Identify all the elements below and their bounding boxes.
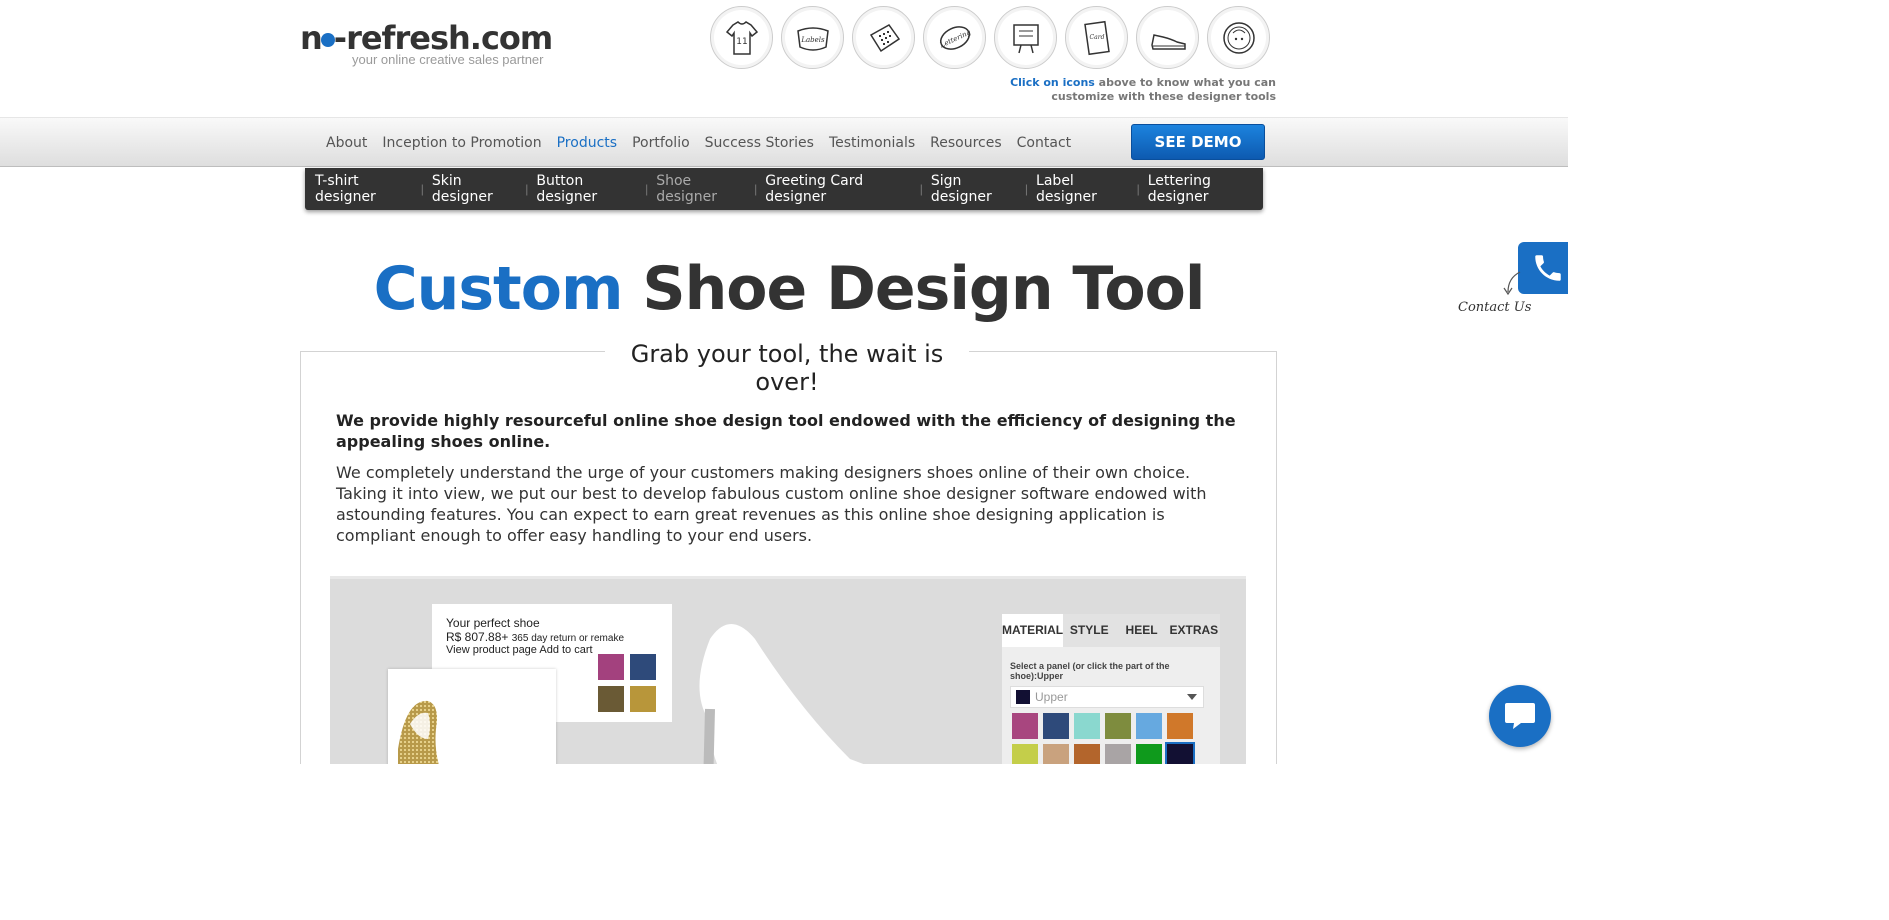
svg-text:Card: Card bbox=[1089, 34, 1104, 41]
nav-item-testimonials[interactable]: Testimonials bbox=[829, 135, 915, 151]
color-swatch[interactable] bbox=[1136, 713, 1162, 739]
see-demo-button[interactable]: SEE DEMO bbox=[1131, 124, 1265, 160]
subnav-separator: | bbox=[525, 182, 529, 196]
body-paragraph: We completely understand the urge of you… bbox=[336, 463, 1207, 545]
chat-button[interactable] bbox=[1489, 685, 1551, 747]
color-swatch[interactable] bbox=[1043, 713, 1069, 739]
panel-label: Select a panel (or click the part of the… bbox=[1010, 661, 1170, 681]
sign-icon[interactable] bbox=[994, 6, 1057, 69]
subnav-item-sign-designer[interactable]: Sign designer bbox=[931, 173, 1017, 205]
main-navbar: About Inception to Promotion Products Portf… bbox=[0, 117, 1568, 167]
subnav-separator: | bbox=[645, 182, 649, 196]
subnav-item-greeting-card-designer[interactable]: Greeting Card designer bbox=[765, 173, 911, 205]
phone-icon bbox=[1535, 255, 1561, 281]
title-highlight: Custom bbox=[373, 254, 624, 324]
shoe-preview[interactable] bbox=[670, 609, 950, 764]
subnav-separator: | bbox=[754, 182, 758, 196]
card-swatch[interactable] bbox=[630, 654, 656, 680]
nav-item-inception-to-promotion[interactable]: Inception to Promotion bbox=[382, 135, 541, 151]
box-title: Grab your tool, the wait is over! bbox=[605, 338, 969, 398]
customize-panel: MATERIAL STYLE HEEL EXTRAS Select a panel (… bbox=[1002, 614, 1220, 764]
lettering-icon[interactable]: Lettering bbox=[923, 6, 986, 69]
page-title: Custom Shoe Design Tool bbox=[0, 254, 1568, 324]
nav-item-portfolio[interactable]: Portfolio bbox=[632, 135, 690, 151]
label-icon[interactable]: Labels bbox=[781, 6, 844, 69]
tab-extras[interactable]: EXTRAS bbox=[1168, 614, 1220, 647]
card-swatch[interactable] bbox=[630, 686, 656, 712]
color-swatch[interactable] bbox=[1105, 744, 1131, 764]
subnav-item-button-designer[interactable]: Button designer bbox=[536, 173, 637, 205]
card-return: 365 day return or remake bbox=[511, 633, 625, 644]
logo[interactable]: n -refresh.com your online creative sales… bbox=[300, 18, 553, 67]
color-swatch[interactable] bbox=[1074, 713, 1100, 739]
tshirt-icon[interactable]: 11 bbox=[710, 6, 773, 69]
card-swatch[interactable] bbox=[598, 686, 624, 712]
color-swatch[interactable] bbox=[1165, 742, 1195, 764]
keyboard-skin-icon[interactable] bbox=[852, 6, 915, 69]
color-swatch[interactable] bbox=[1043, 744, 1069, 764]
selected-color bbox=[1016, 690, 1030, 704]
lead-text: We provide highly resourceful online sho… bbox=[336, 411, 1236, 451]
card-links[interactable]: View product page Add to cart bbox=[446, 644, 593, 656]
subnav-item-lettering-designer[interactable]: Lettering designer bbox=[1148, 173, 1263, 205]
subnav-separator: | bbox=[1024, 182, 1029, 196]
designer-subnav: T-shirt designer | Skin designer | Button de… bbox=[305, 168, 1263, 210]
svg-text:11: 11 bbox=[736, 37, 747, 47]
nav-item-success-stories[interactable]: Success Stories bbox=[705, 135, 814, 151]
contact-us-label[interactable]: Contact Us bbox=[1458, 300, 1531, 315]
panel-select-value: Upper bbox=[1035, 690, 1068, 704]
subnav-separator: | bbox=[1136, 182, 1140, 196]
subnav-item-shoe-designer[interactable]: Shoe designer bbox=[656, 173, 746, 205]
panel-select[interactable]: Upper bbox=[1010, 686, 1204, 708]
card-title: Your perfect shoe bbox=[446, 616, 540, 630]
subnav-item-label-designer[interactable]: Label designer bbox=[1036, 173, 1129, 205]
chat-icon bbox=[1505, 703, 1535, 729]
greeting-card-icon[interactable]: Card bbox=[1065, 6, 1128, 69]
nav-item-contact[interactable]: Contact bbox=[1017, 135, 1071, 151]
chevron-down-icon bbox=[1187, 694, 1197, 700]
page: n -refresh.com your online creative sales… bbox=[0, 0, 1568, 764]
shoe-thumbnail[interactable] bbox=[388, 669, 556, 764]
color-swatch[interactable] bbox=[1136, 744, 1162, 764]
shoe-designer-screenshot: Your perfect shoe R$ 807.88+ 365 day ret… bbox=[330, 576, 1246, 764]
subnav-item-t-shirt-designer[interactable]: T-shirt designer bbox=[315, 173, 413, 205]
svg-text:Labels: Labels bbox=[800, 36, 825, 44]
subnav-separator: | bbox=[919, 182, 923, 196]
subnav-separator: | bbox=[420, 182, 424, 196]
phone-button[interactable] bbox=[1518, 242, 1568, 294]
nav-item-resources[interactable]: Resources bbox=[930, 135, 1002, 151]
product-icons: 11 Labels Lettering Card bbox=[710, 6, 1270, 69]
shoe-icon[interactable] bbox=[1136, 6, 1199, 69]
nav-item-about[interactable]: About bbox=[326, 135, 367, 151]
color-swatch[interactable] bbox=[1105, 713, 1131, 739]
tab-style[interactable]: STYLE bbox=[1063, 614, 1115, 647]
nav-item-products[interactable]: Products bbox=[557, 135, 617, 151]
card-swatch[interactable] bbox=[598, 654, 624, 680]
main-nav: About Inception to Promotion Products Portf… bbox=[326, 135, 1071, 151]
subnav-item-skin-designer[interactable]: Skin designer bbox=[432, 173, 517, 205]
button-icon[interactable] bbox=[1207, 6, 1270, 69]
title-rest: Shoe Design Tool bbox=[642, 254, 1205, 324]
panel-tabs: MATERIAL STYLE HEEL EXTRAS bbox=[1002, 614, 1220, 647]
arrow-icon bbox=[1503, 271, 1521, 296]
hint-highlight[interactable]: Click on icons bbox=[1010, 76, 1095, 89]
icons-hint: Click on icons above to know what you ca… bbox=[1000, 76, 1276, 104]
color-palette bbox=[1012, 713, 1195, 764]
card-price-line: R$ 807.88+ 365 day return or remake bbox=[446, 630, 624, 644]
tab-material[interactable]: MATERIAL bbox=[1002, 614, 1064, 647]
tab-heel[interactable]: HEEL bbox=[1115, 614, 1167, 647]
color-swatch[interactable] bbox=[1012, 713, 1038, 739]
color-swatch[interactable] bbox=[1167, 713, 1193, 739]
card-price: R$ 807.88+ bbox=[446, 630, 509, 644]
color-swatch[interactable] bbox=[1074, 744, 1100, 764]
logo-tagline: your online creative sales partner bbox=[352, 52, 544, 67]
color-swatch[interactable] bbox=[1012, 744, 1038, 764]
